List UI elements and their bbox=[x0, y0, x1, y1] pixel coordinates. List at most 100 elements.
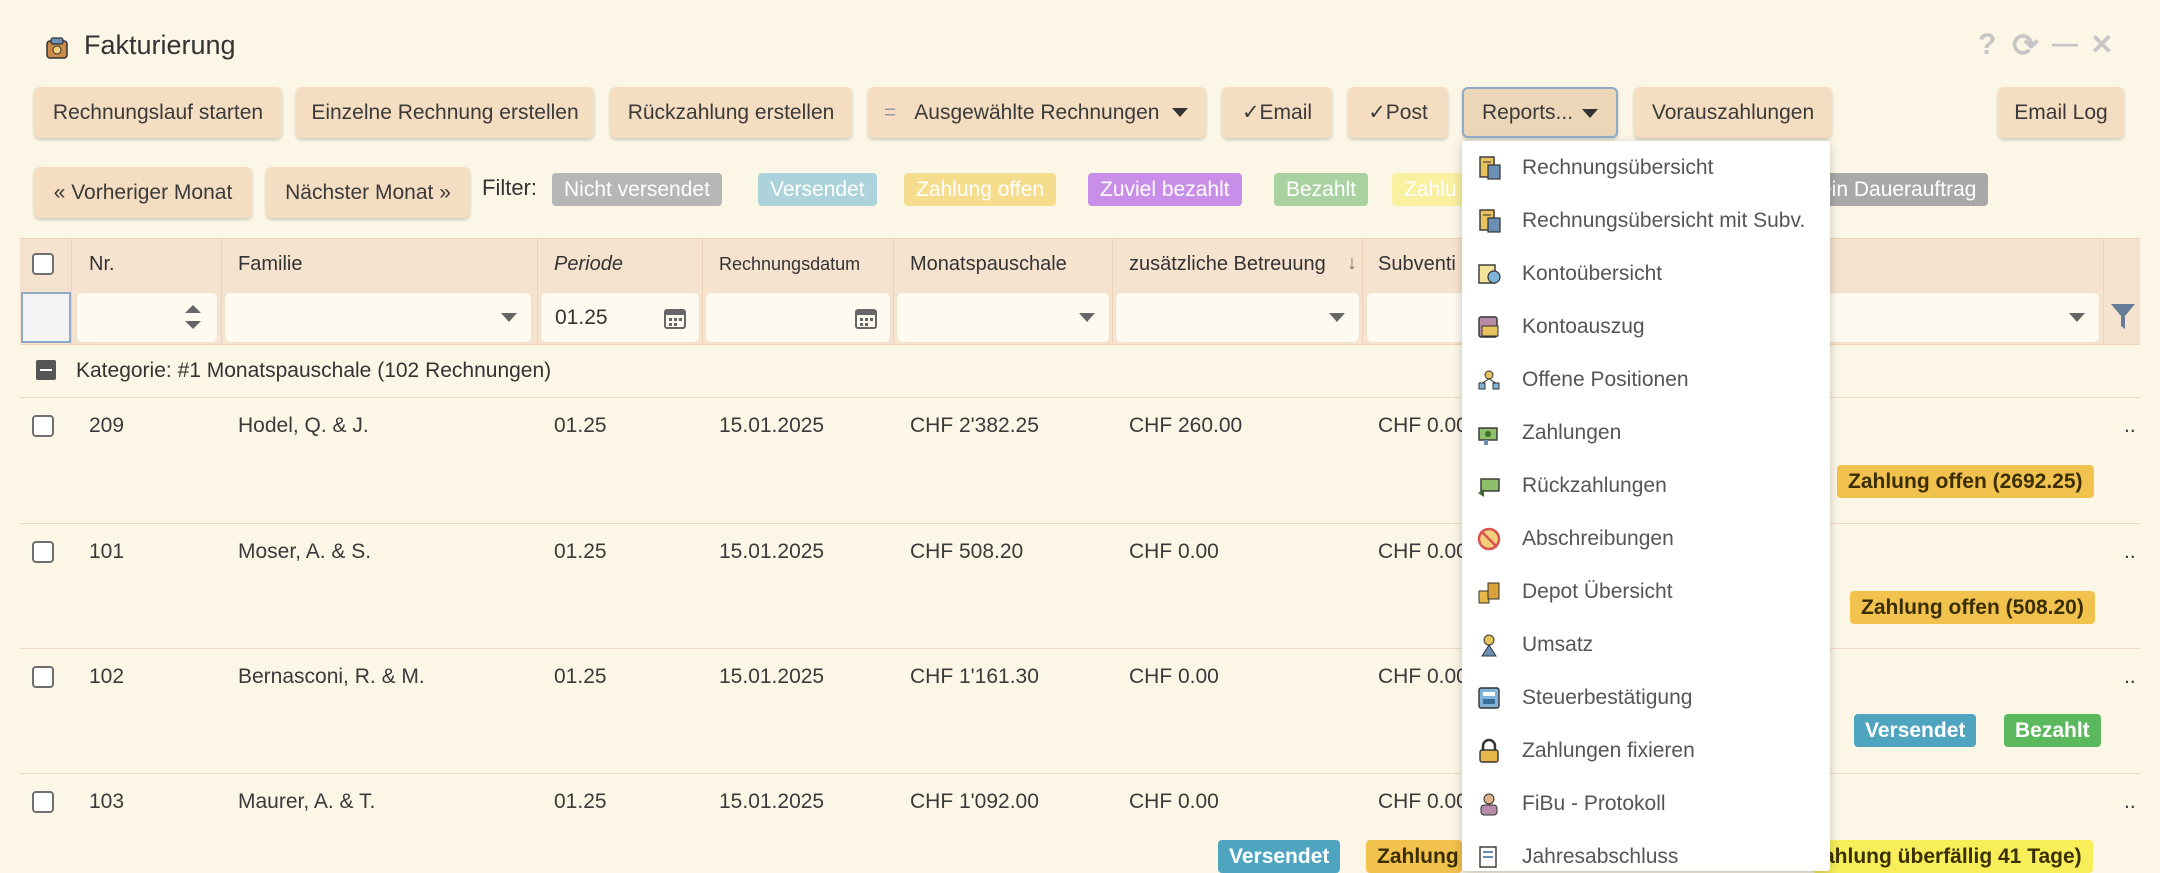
cell-monatspauschale: CHF 1'092.00 bbox=[910, 790, 1039, 813]
menu-item-umsatz[interactable]: Umsatz bbox=[1462, 618, 1830, 671]
cell-rechnungsdatum: 15.01.2025 bbox=[719, 790, 825, 813]
menu-item-zahlungen[interactable]: Zahlungen bbox=[1462, 406, 1830, 459]
selected-invoices-dropdown[interactable]: = Ausgewählte Rechnungen bbox=[868, 87, 1206, 138]
cell-zusaetzlich: CHF 0.00 bbox=[1129, 790, 1219, 813]
refunds-icon bbox=[1478, 478, 1500, 497]
filter-nr-spinner[interactable] bbox=[76, 292, 218, 343]
cell-periode: 01.25 bbox=[554, 790, 607, 813]
row-checkbox[interactable] bbox=[32, 666, 54, 688]
create-single-invoice-button[interactable]: Einzelne Rechnung erstellen bbox=[296, 87, 594, 138]
window-title: Fakturierung bbox=[84, 30, 236, 60]
close-icon[interactable]: ✕ bbox=[2090, 28, 2113, 61]
filter-chip-payment-open[interactable]: Zahlung offen bbox=[904, 173, 1057, 206]
help-icon[interactable]: ? bbox=[1978, 28, 1996, 62]
column-divider bbox=[2103, 238, 2104, 344]
status-badge-sent: Versendet bbox=[1218, 840, 1341, 873]
cell-familie: Moser, A. & S. bbox=[238, 540, 372, 563]
menu-item-abschreibungen[interactable]: Abschreibungen bbox=[1462, 512, 1830, 565]
cell-familie: Bernasconi, R. & M. bbox=[238, 665, 425, 688]
invoice-icon bbox=[1479, 156, 1501, 180]
invoice-subsidy-icon bbox=[1479, 209, 1501, 233]
payments-icon bbox=[1478, 427, 1498, 445]
row-checkbox[interactable] bbox=[32, 415, 54, 437]
cell-monatspauschale: CHF 508.20 bbox=[910, 540, 1024, 563]
minimize-icon[interactable]: — bbox=[2052, 28, 2078, 59]
cell-nr: 209 bbox=[89, 414, 125, 437]
cell-more[interactable]: .. bbox=[2124, 414, 2136, 438]
filter-familie-select[interactable] bbox=[224, 292, 532, 343]
column-header-familie[interactable]: Familie bbox=[238, 238, 302, 291]
filter-chip-payment-partial[interactable]: Zahlu bbox=[1392, 173, 1469, 206]
menu-item-zahlungen-fixieren[interactable]: Zahlungen fixieren bbox=[1462, 724, 1830, 777]
menu-item-fibu-protokoll[interactable]: FiBu - Protokoll bbox=[1462, 777, 1830, 830]
menu-item-depot-uebersicht[interactable]: Depot Übersicht bbox=[1462, 565, 1830, 618]
chevron-down-icon bbox=[501, 313, 517, 322]
column-header-nr[interactable]: Nr. bbox=[89, 238, 115, 291]
cell-familie: Hodel, Q. & J. bbox=[238, 414, 369, 437]
row-checkbox[interactable] bbox=[32, 541, 54, 563]
funnel-filter-icon[interactable] bbox=[2110, 302, 2136, 332]
collapse-group-icon[interactable] bbox=[36, 360, 56, 380]
email-log-button[interactable]: Email Log bbox=[1998, 87, 2124, 138]
refresh-icon[interactable]: ⟳ bbox=[2012, 26, 2039, 64]
select-all-checkbox[interactable] bbox=[32, 253, 54, 275]
reports-dropdown-button[interactable]: Reports... bbox=[1462, 87, 1618, 138]
post-button[interactable]: ✓Post bbox=[1348, 87, 1448, 138]
status-badge-payment-open: Zahlung bbox=[1366, 840, 1462, 873]
column-header-rechnungsdatum[interactable]: Rechnungsdatum bbox=[719, 238, 860, 291]
row-checkbox[interactable] bbox=[32, 791, 54, 813]
column-divider bbox=[702, 238, 703, 344]
cell-more[interactable]: .. bbox=[2124, 540, 2136, 564]
menu-item-offene-positionen[interactable]: Offene Positionen bbox=[1462, 353, 1830, 406]
chevron-down-icon bbox=[1582, 109, 1598, 118]
chevron-down-icon bbox=[2069, 313, 2085, 322]
status-badge-payment-open: Zahlung offen (2692.25) bbox=[1837, 465, 2094, 498]
status-badge-paid: Bezahlt bbox=[2004, 714, 2101, 747]
reports-label: Reports... bbox=[1482, 101, 1574, 124]
prepayments-button[interactable]: Vorauszahlungen bbox=[1634, 87, 1832, 138]
calendar-icon bbox=[855, 309, 877, 329]
filter-chip-sent[interactable]: Versendet bbox=[758, 173, 877, 206]
chevron-down-icon bbox=[1329, 313, 1345, 322]
column-divider bbox=[1362, 238, 1363, 344]
menu-item-rechnungsuebersicht-subv[interactable]: Rechnungsübersicht mit Subv. bbox=[1462, 194, 1830, 247]
cell-periode: 01.25 bbox=[554, 665, 607, 688]
sort-descending-icon: ↓ bbox=[1347, 252, 1357, 274]
previous-month-button[interactable]: « Vorheriger Monat bbox=[34, 167, 252, 218]
write-off-icon bbox=[1477, 527, 1501, 551]
deposit-icon bbox=[1478, 582, 1500, 604]
open-items-icon bbox=[1478, 370, 1500, 390]
filter-rechnungsdatum-date[interactable] bbox=[705, 292, 891, 343]
cell-more[interactable]: .. bbox=[2124, 665, 2136, 689]
cell-subvention: CHF 0.00 bbox=[1378, 540, 1468, 563]
filter-chip-not-sent[interactable]: Nicht versendet bbox=[552, 173, 722, 206]
column-header-zusaetzliche-betreuung[interactable]: zusätzliche Betreuung bbox=[1129, 238, 1326, 291]
column-header-monatspauschale[interactable]: Monatspauschale bbox=[910, 238, 1067, 291]
filter-periode-date[interactable]: 01.25 bbox=[540, 292, 700, 343]
menu-item-kontouebersicht[interactable]: Kontoübersicht bbox=[1462, 247, 1830, 300]
filter-chip-overpaid[interactable]: Zuviel bezahlt bbox=[1088, 173, 1242, 206]
filter-chip-paid[interactable]: Bezahlt bbox=[1274, 173, 1369, 206]
cell-subvention: CHF 0.00 bbox=[1378, 414, 1468, 437]
cell-subvention: CHF 0.00 bbox=[1378, 665, 1468, 688]
cell-more[interactable]: .. bbox=[2124, 790, 2136, 814]
create-refund-button[interactable]: Rückzahlung erstellen bbox=[610, 87, 852, 138]
menu-item-steuerbestaetigung[interactable]: Steuerbestätigung bbox=[1462, 671, 1830, 724]
next-month-button[interactable]: Nächster Monat » bbox=[266, 167, 470, 218]
start-invoice-run-button[interactable]: Rechnungslauf starten bbox=[34, 87, 282, 138]
year-end-icon bbox=[1479, 846, 1497, 868]
menu-item-rechnungsuebersicht[interactable]: Rechnungsübersicht bbox=[1462, 141, 1830, 194]
filter-monatspauschale-select[interactable] bbox=[896, 292, 1110, 343]
column-divider bbox=[71, 238, 72, 344]
column-header-subvention[interactable]: Subventi bbox=[1378, 238, 1456, 291]
cell-nr: 101 bbox=[89, 540, 125, 563]
menu-item-kontoauszug[interactable]: Kontoauszug bbox=[1462, 300, 1830, 353]
cell-zusaetzlich: CHF 0.00 bbox=[1129, 540, 1219, 563]
filter-zusaetzlich-select[interactable] bbox=[1115, 292, 1360, 343]
email-button[interactable]: ✓Email bbox=[1222, 87, 1332, 138]
cell-monatspauschale: CHF 1'161.30 bbox=[910, 665, 1039, 688]
menu-item-rueckzahlungen[interactable]: Rückzahlungen bbox=[1462, 459, 1830, 512]
menu-item-jahresabschluss[interactable]: Jahresabschluss bbox=[1462, 830, 1830, 871]
reports-dropdown-menu: Rechnungsübersicht Rechnungsübersicht mi… bbox=[1462, 141, 1830, 871]
column-header-periode[interactable]: Periode bbox=[554, 238, 623, 291]
